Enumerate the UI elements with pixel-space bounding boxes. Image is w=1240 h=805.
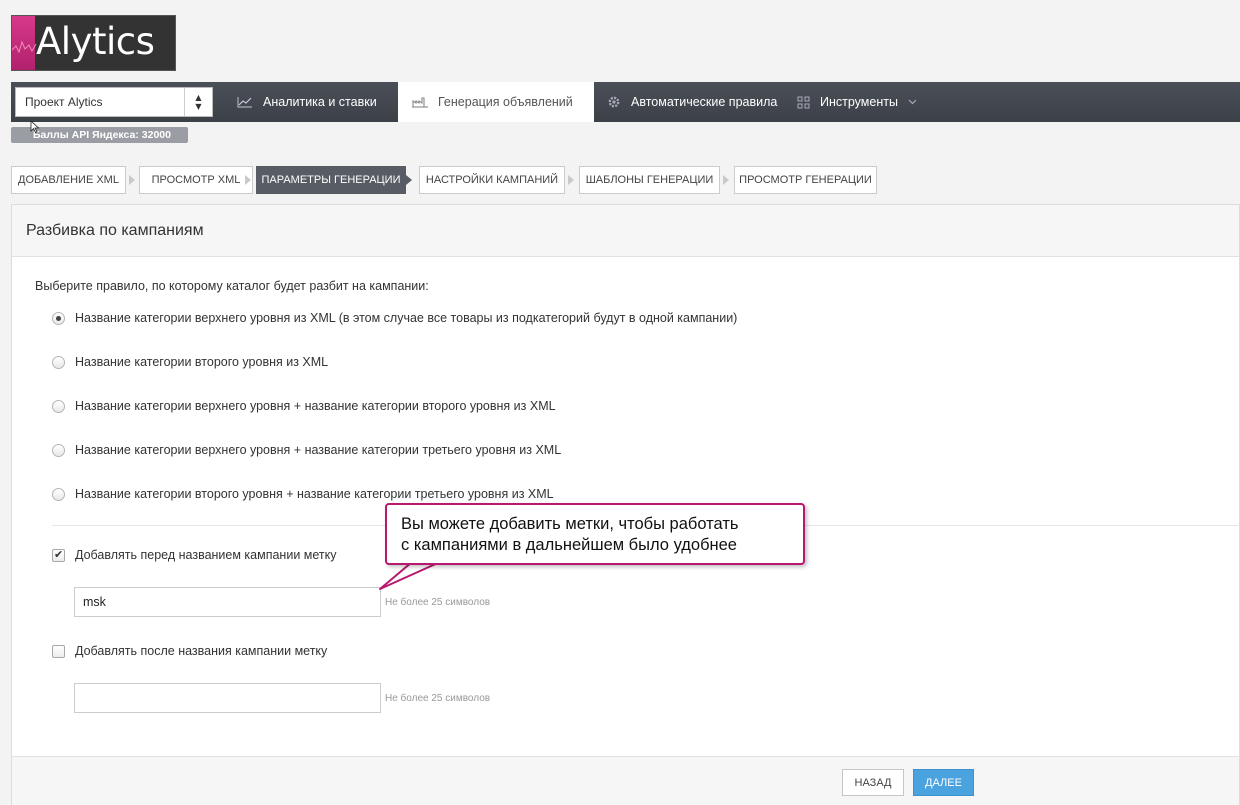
split-option-label: Название категории второго уровня + назв…: [75, 487, 554, 501]
step-generation-preview[interactable]: ПРОСМОТР ГЕНЕРАЦИИ: [734, 166, 877, 194]
step-view-xml[interactable]: ПРОСМОТР XML: [139, 166, 253, 194]
radio-button[interactable]: [52, 399, 65, 413]
callout-line-2: с кампаниями в дальнейшем было удобнее: [401, 536, 737, 554]
suffix-label-option[interactable]: Добавлять после названия кампании метку: [52, 644, 327, 658]
split-rule-prompt: Выберите правило, по которому каталог бу…: [35, 279, 429, 293]
chevron-down-icon: [908, 99, 917, 105]
radio-button[interactable]: [52, 487, 65, 501]
project-select[interactable]: Проект Alytics ▲ ▼: [15, 87, 213, 117]
nav-item-tools[interactable]: Инструменты: [785, 82, 929, 122]
suffix-checkbox[interactable]: [52, 644, 65, 658]
suffix-input[interactable]: [74, 683, 381, 713]
panel-header: Разбивка по кампаниям: [12, 205, 1239, 257]
suffix-hint: Не более 25 символов: [385, 693, 491, 704]
radio-button[interactable]: [52, 311, 65, 325]
split-option-label: Название категории верхнего уровня из XM…: [75, 311, 738, 325]
next-button[interactable]: ДАЛЕЕ: [913, 769, 974, 796]
grid-icon: [797, 96, 810, 108]
step-arrow-icon: [568, 175, 574, 185]
callout-tail-shape: [379, 561, 441, 590]
split-option-label: Название категории верхнего уровня + наз…: [75, 399, 556, 413]
split-option-5[interactable]: Название категории второго уровня + назв…: [52, 487, 554, 501]
split-option-label: Название категории второго уровня из XML: [75, 355, 329, 369]
alytics-logo[interactable]: Alytics: [11, 15, 176, 71]
split-option-label: Название категории верхнего уровня + наз…: [75, 443, 562, 457]
step-arrow-icon: [129, 175, 135, 185]
split-option-1[interactable]: Название категории верхнего уровня из XM…: [52, 311, 737, 325]
nav-item-auto-rules[interactable]: Автоматические правила: [595, 82, 789, 122]
step-arrow-icon: [245, 175, 251, 185]
factory-icon: [412, 97, 428, 108]
top-navbar: Проект Alytics ▲ ▼ Аналитика и ставки Ген…: [11, 82, 1240, 122]
radio-button[interactable]: [52, 443, 65, 457]
logo-text: Alytics: [36, 20, 155, 63]
panel-title: Разбивка по кампаниям: [26, 222, 204, 239]
back-button[interactable]: НАЗАД: [842, 769, 904, 796]
chart-line-icon: [237, 97, 252, 108]
callout-line-1: Вы можете добавить метки, чтобы работать: [401, 515, 739, 533]
split-option-2[interactable]: Название категории второго уровня из XML: [52, 355, 328, 369]
nav-item-ad-generation[interactable]: Генерация объявлений: [398, 82, 594, 122]
prefix-checkbox-label: Добавлять перед названием кампании метку: [75, 548, 337, 562]
split-option-3[interactable]: Название категории верхнего уровня + наз…: [52, 399, 556, 413]
step-campaign-settings[interactable]: НАСТРОЙКИ КАМПАНИЙ: [419, 166, 565, 194]
prefix-hint: Не более 25 символов: [385, 597, 491, 608]
step-add-xml[interactable]: ДОБАВЛЕНИЕ XML: [11, 166, 126, 194]
nav-item-label: Автоматические правила: [631, 95, 778, 109]
suffix-checkbox-label: Добавлять после названия кампании метку: [75, 644, 328, 658]
callout-text: Вы можете добавить метки, чтобы работать…: [401, 514, 739, 556]
step-generation-params[interactable]: ПАРАМЕТРЫ ГЕНЕРАЦИИ: [256, 166, 406, 194]
step-arrow-icon: [723, 175, 729, 185]
radio-button[interactable]: [52, 355, 65, 369]
select-arrows-icon: ▲ ▼: [184, 88, 212, 116]
nav-item-label: Инструменты: [820, 95, 898, 109]
project-select-value: Проект Alytics: [25, 95, 103, 109]
split-option-4[interactable]: Название категории верхнего уровня + наз…: [52, 443, 561, 457]
nav-item-label: Генерация объявлений: [438, 95, 573, 109]
nav-item-label: Аналитика и ставки: [263, 95, 377, 109]
prefix-checkbox[interactable]: [52, 548, 65, 562]
prefix-label-option[interactable]: Добавлять перед названием кампании метку: [52, 548, 337, 562]
gear-icon: [608, 96, 620, 108]
step-generation-templates[interactable]: ШАБЛОНЫ ГЕНЕРАЦИИ: [579, 166, 720, 194]
prefix-input[interactable]: msk: [74, 587, 381, 617]
panel-footer: НАЗАД ДАЛЕЕ: [12, 756, 1239, 805]
mouse-cursor-icon: [30, 121, 40, 133]
hint-callout: Вы можете добавить метки, чтобы работать…: [385, 503, 805, 565]
nav-item-analytics[interactable]: Аналитика и ставки: [225, 82, 389, 122]
step-arrow-icon: [406, 175, 412, 185]
